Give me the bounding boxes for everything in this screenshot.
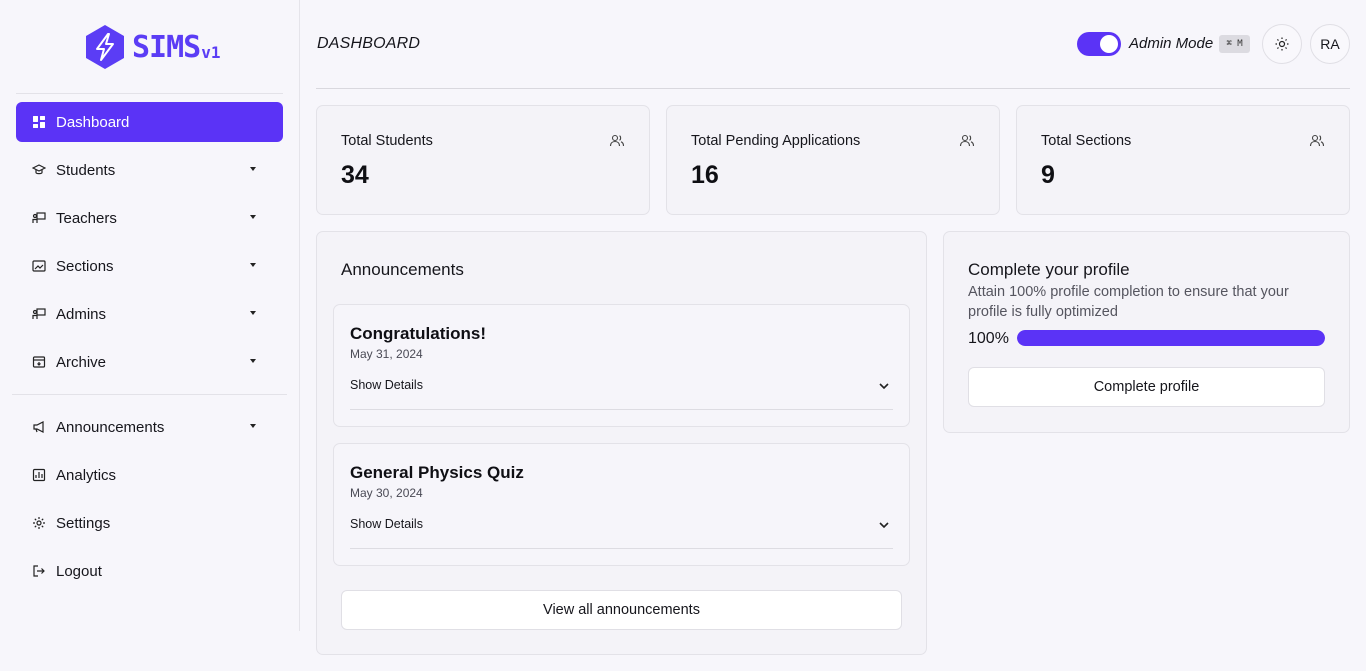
gear-icon bbox=[32, 516, 46, 530]
announcement-date: May 30, 2024 bbox=[350, 486, 423, 500]
students-icon bbox=[32, 163, 46, 177]
logout-icon bbox=[32, 564, 46, 578]
sidebar-divider bbox=[12, 394, 287, 395]
chevron-down-icon bbox=[250, 359, 256, 363]
stat-card-pending-applications: Total Pending Applications 16 bbox=[666, 105, 1000, 215]
chevron-down-icon[interactable] bbox=[877, 518, 891, 532]
announcement-date: May 31, 2024 bbox=[350, 347, 423, 361]
admins-icon bbox=[32, 307, 46, 321]
announcement-card: General Physics Quiz May 30, 2024 Show D… bbox=[333, 443, 910, 566]
complete-profile-button[interactable]: Complete profile bbox=[968, 367, 1325, 407]
sidebar-item-label: Admins bbox=[56, 305, 107, 323]
sidebar-item-archive[interactable]: Archive bbox=[16, 342, 283, 382]
sidebar-item-label: Dashboard bbox=[56, 113, 130, 131]
stat-label: Total Sections bbox=[1041, 133, 1132, 149]
sidebar-item-logout[interactable]: Logout bbox=[16, 551, 283, 591]
chevron-down-icon bbox=[250, 167, 256, 171]
progress-fill bbox=[1017, 330, 1325, 346]
avatar[interactable]: RA bbox=[1310, 24, 1350, 64]
sidebar-item-settings[interactable]: Settings bbox=[16, 503, 283, 543]
brand-version: v1 bbox=[201, 43, 221, 62]
stat-card-sections: Total Sections 9 bbox=[1016, 105, 1350, 215]
analytics-icon bbox=[32, 468, 46, 482]
profile-title: Complete your profile bbox=[968, 260, 1130, 279]
sidebar-item-admins[interactable]: Admins bbox=[16, 294, 283, 334]
sidebar-item-label: Sections bbox=[56, 257, 114, 275]
dashboard-icon bbox=[32, 115, 46, 129]
divider bbox=[350, 409, 893, 410]
stat-value: 16 bbox=[691, 161, 719, 189]
announcements-title: Announcements bbox=[341, 260, 464, 279]
megaphone-icon bbox=[32, 420, 46, 434]
sidebar-item-label: Announcements bbox=[56, 418, 165, 436]
profile-progress-bar bbox=[1017, 330, 1325, 346]
sidebar-divider bbox=[16, 93, 283, 94]
header-divider bbox=[316, 88, 1350, 89]
keyboard-shortcut-badge: ⌘ M bbox=[1219, 35, 1250, 53]
chevron-down-icon bbox=[250, 263, 256, 267]
bolt-logo-icon bbox=[86, 25, 124, 69]
chevron-down-icon bbox=[250, 311, 256, 315]
profile-completion-panel: Complete your profile Attain 100% profil… bbox=[943, 231, 1350, 433]
toggle-knob bbox=[1100, 35, 1118, 53]
divider bbox=[350, 548, 893, 549]
stat-value: 34 bbox=[341, 161, 369, 189]
profile-percent: 100% bbox=[968, 330, 1009, 347]
users-icon bbox=[1309, 134, 1325, 147]
sidebar-item-announcements[interactable]: Announcements bbox=[16, 407, 283, 447]
announcement-title: Congratulations! bbox=[350, 324, 486, 343]
sidebar-item-teachers[interactable]: Teachers bbox=[16, 198, 283, 238]
sidebar-item-students[interactable]: Students bbox=[16, 150, 283, 190]
view-all-announcements-button[interactable]: View all announcements bbox=[341, 590, 902, 630]
stat-value: 9 bbox=[1041, 161, 1055, 189]
theme-toggle-button[interactable] bbox=[1262, 24, 1302, 64]
sidebar-item-label: Logout bbox=[56, 562, 102, 580]
sidebar-item-label: Students bbox=[56, 161, 116, 179]
announcements-panel: Announcements Congratulations! May 31, 2… bbox=[316, 231, 927, 655]
brand-name: SIMS bbox=[132, 29, 201, 65]
admin-mode-label: Admin Mode bbox=[1129, 35, 1214, 52]
announcement-title: General Physics Quiz bbox=[350, 463, 524, 482]
announcement-card: Congratulations! May 31, 2024 Show Detai… bbox=[333, 304, 910, 427]
logo[interactable]: SIMS v1 bbox=[84, 24, 221, 70]
chevron-down-icon bbox=[250, 424, 256, 428]
admin-mode-toggle[interactable] bbox=[1077, 32, 1121, 56]
sidebar-item-label: Archive bbox=[56, 353, 107, 371]
teachers-icon bbox=[32, 211, 46, 225]
sidebar-item-label: Settings bbox=[56, 514, 111, 532]
chevron-down-icon bbox=[250, 215, 256, 219]
sidebar-item-label: Analytics bbox=[56, 466, 117, 484]
archive-icon bbox=[32, 355, 46, 369]
stat-label: Total Students bbox=[341, 133, 433, 149]
stat-card-students: Total Students 34 bbox=[316, 105, 650, 215]
sidebar: SIMS v1 Dashboard Students Teachers Sect… bbox=[0, 0, 300, 631]
show-details-toggle[interactable]: Show Details bbox=[350, 517, 423, 531]
chevron-down-icon[interactable] bbox=[877, 379, 891, 393]
stat-label: Total Pending Applications bbox=[691, 133, 861, 149]
sun-icon bbox=[1275, 37, 1289, 51]
page-title: DASHBOARD bbox=[317, 35, 421, 52]
sidebar-item-dashboard[interactable]: Dashboard bbox=[16, 102, 283, 142]
sidebar-item-sections[interactable]: Sections bbox=[16, 246, 283, 286]
users-icon bbox=[959, 134, 975, 147]
sidebar-item-analytics[interactable]: Analytics bbox=[16, 455, 283, 495]
profile-description: Attain 100% profile completion to ensure… bbox=[968, 284, 1289, 320]
show-details-toggle[interactable]: Show Details bbox=[350, 378, 423, 392]
sidebar-item-label: Teachers bbox=[56, 209, 117, 227]
sections-icon bbox=[32, 259, 46, 273]
users-icon bbox=[609, 134, 625, 147]
